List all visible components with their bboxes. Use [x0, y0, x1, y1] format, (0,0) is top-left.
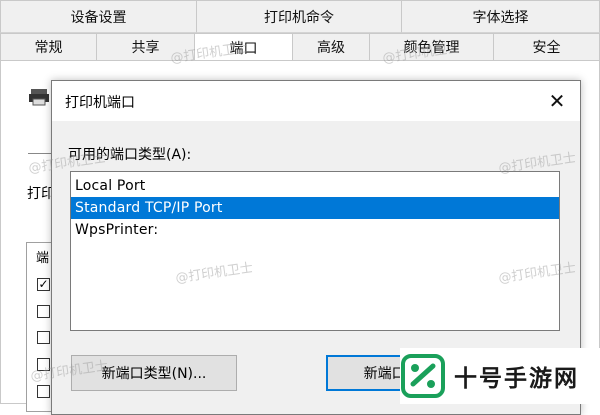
tab-ports[interactable]: 端口 — [195, 33, 293, 61]
site-logo: 十号手游网 — [400, 348, 600, 404]
logo-text: 十号手游网 — [454, 366, 579, 392]
tab-printer-commands[interactable]: 打印机命令 — [197, 0, 402, 33]
tab-row-bottom: 常规 共享 端口 高级 颜色管理 安全 — [0, 33, 600, 61]
port-table-header: 端 — [36, 251, 50, 266]
port-checkbox-checked[interactable]: ✓ — [37, 278, 50, 291]
port-checkbox[interactable] — [37, 358, 50, 371]
available-port-types-label: 可用的端口类型(A): — [68, 147, 192, 163]
dialog-titlebar: 打印机端口 ✕ — [52, 81, 580, 121]
tab-advanced[interactable]: 高级 — [293, 33, 370, 61]
logo-icon — [401, 354, 445, 398]
close-icon[interactable]: ✕ — [534, 81, 580, 121]
list-item-selected[interactable]: Standard TCP/IP Port — [71, 197, 559, 219]
tab-sharing[interactable]: 共享 — [97, 33, 195, 61]
tab-device-settings[interactable]: 设备设置 — [0, 0, 197, 33]
divider — [28, 153, 52, 154]
list-item[interactable]: Local Port — [71, 175, 559, 197]
port-checkbox[interactable] — [37, 331, 50, 344]
printer-icon — [29, 89, 49, 106]
list-item[interactable]: WpsPrinter: — [71, 219, 559, 241]
tab-font-selection[interactable]: 字体选择 — [402, 0, 600, 33]
tab-color-management[interactable]: 颜色管理 — [370, 33, 494, 61]
tab-security[interactable]: 安全 — [494, 33, 600, 61]
tab-general[interactable]: 常规 — [0, 33, 97, 61]
dialog-title: 打印机端口 — [65, 95, 135, 111]
port-type-list[interactable]: Local Port Standard TCP/IP Port WpsPrint… — [70, 171, 560, 331]
tab-row-top: 设备设置 打印机命令 字体选择 — [0, 0, 600, 33]
port-checkbox[interactable] — [37, 385, 50, 398]
port-checkbox[interactable] — [37, 305, 50, 318]
new-port-type-button[interactable]: 新端口类型(N)... — [71, 355, 237, 391]
